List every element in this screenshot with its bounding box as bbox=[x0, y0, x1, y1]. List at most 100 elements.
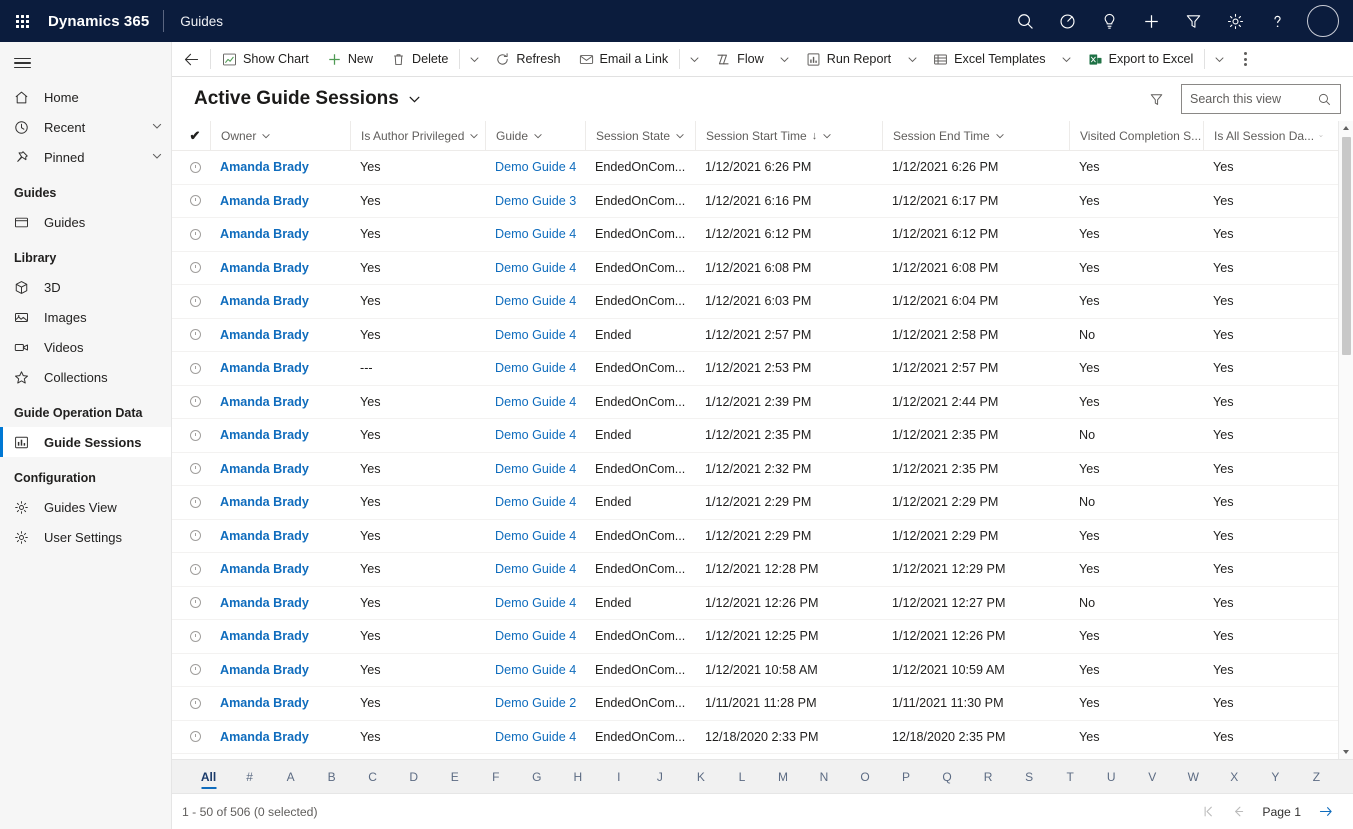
sidebar-toggle-button[interactable] bbox=[0, 44, 171, 82]
column-header-guide[interactable]: Guide bbox=[485, 121, 585, 151]
cell-guide[interactable]: Demo Guide 4 bbox=[485, 462, 585, 476]
cell-guide[interactable]: Demo Guide 4 bbox=[485, 395, 585, 409]
alpha-filter-h[interactable]: H bbox=[557, 760, 598, 794]
row-select-checkbox[interactable] bbox=[180, 597, 210, 609]
cell-guide[interactable]: Demo Guide 4 bbox=[485, 428, 585, 442]
cell-owner[interactable]: Amanda Brady bbox=[210, 629, 350, 643]
refresh-button[interactable]: Refresh bbox=[486, 42, 569, 76]
filter-button[interactable] bbox=[1173, 0, 1213, 42]
alpha-filter-u[interactable]: U bbox=[1091, 760, 1132, 794]
more-commands-button[interactable] bbox=[1231, 42, 1259, 76]
alpha-filter-g[interactable]: G bbox=[516, 760, 557, 794]
grid-vertical-scrollbar[interactable] bbox=[1338, 121, 1353, 759]
row-select-checkbox[interactable] bbox=[180, 563, 210, 575]
cell-guide[interactable]: Demo Guide 2 bbox=[485, 696, 585, 710]
alpha-filter-x[interactable]: X bbox=[1214, 760, 1255, 794]
alpha-filter-f[interactable]: F bbox=[475, 760, 516, 794]
alpha-filter-n[interactable]: N bbox=[803, 760, 844, 794]
cell-guide[interactable]: Demo Guide 4 bbox=[485, 596, 585, 610]
cell-owner[interactable]: Amanda Brady bbox=[210, 462, 350, 476]
table-row[interactable]: Amanda Brady Yes Demo Guide 4 EndedOnCom...… bbox=[172, 386, 1338, 419]
alpha-filter-d[interactable]: D bbox=[393, 760, 434, 794]
alpha-filter-o[interactable]: O bbox=[845, 760, 886, 794]
row-select-checkbox[interactable] bbox=[180, 161, 210, 173]
row-select-checkbox[interactable] bbox=[180, 429, 210, 441]
table-row[interactable]: Amanda Brady Yes Demo Guide 4 EndedOnCom...… bbox=[172, 721, 1338, 754]
new-button[interactable]: New bbox=[318, 42, 382, 76]
email-a-link-button[interactable]: Email a Link bbox=[570, 42, 678, 76]
column-header-visited-completion-status[interactable]: Visited Completion S... bbox=[1069, 121, 1203, 151]
user-avatar[interactable] bbox=[1307, 5, 1339, 37]
sidebar-item-guides-view[interactable]: Guides View bbox=[0, 492, 171, 522]
search-input[interactable] bbox=[1190, 92, 1317, 106]
table-row[interactable]: Amanda Brady Yes Demo Guide 4 Ended 1/12/202… bbox=[172, 587, 1338, 620]
row-select-checkbox[interactable] bbox=[180, 362, 210, 374]
table-row[interactable]: Amanda Brady Yes Demo Guide 4 EndedOnCom...… bbox=[172, 218, 1338, 252]
view-selector[interactable]: Active Guide Sessions bbox=[194, 88, 421, 110]
cell-owner[interactable]: Amanda Brady bbox=[210, 730, 350, 744]
table-row[interactable]: Amanda Brady Yes Demo Guide 4 EndedOnCom...… bbox=[172, 151, 1338, 185]
alpha-filter-t[interactable]: T bbox=[1050, 760, 1091, 794]
sidebar-item-user-settings[interactable]: User Settings bbox=[0, 522, 171, 552]
alpha-filter-y[interactable]: Y bbox=[1255, 760, 1296, 794]
alpha-filter-l[interactable]: L bbox=[721, 760, 762, 794]
delete-button[interactable]: Delete bbox=[382, 42, 457, 76]
table-row[interactable]: Amanda Brady Yes Demo Guide 4 EndedOnCom...… bbox=[172, 453, 1338, 486]
cell-owner[interactable]: Amanda Brady bbox=[210, 261, 350, 275]
sidebar-item-guide-sessions[interactable]: Guide Sessions bbox=[0, 427, 171, 457]
run-report-dropdown-button[interactable] bbox=[900, 42, 924, 76]
alpha-filter-k[interactable]: K bbox=[680, 760, 721, 794]
row-select-checkbox[interactable] bbox=[180, 228, 210, 240]
alpha-filter-r[interactable]: R bbox=[968, 760, 1009, 794]
excel-templates-dropdown-button[interactable] bbox=[1055, 42, 1079, 76]
sidebar-item-recent[interactable]: Recent bbox=[0, 112, 171, 142]
chevron-down-icon[interactable] bbox=[151, 120, 163, 135]
show-chart-button[interactable]: Show Chart bbox=[213, 42, 318, 76]
column-header-session-state[interactable]: Session State bbox=[585, 121, 695, 151]
alpha-filter-v[interactable]: V bbox=[1132, 760, 1173, 794]
table-row[interactable]: Amanda Brady Yes Demo Guide 4 EndedOnCom...… bbox=[172, 654, 1338, 687]
row-select-checkbox[interactable] bbox=[180, 262, 210, 274]
cell-guide[interactable]: Demo Guide 4 bbox=[485, 294, 585, 308]
email-a-link-dropdown-button[interactable] bbox=[682, 42, 706, 76]
table-row[interactable]: Amanda Brady Yes Demo Guide 4 EndedOnCom...… bbox=[172, 285, 1338, 319]
first-page-button[interactable] bbox=[1194, 798, 1222, 826]
select-all-checkbox[interactable]: ✔ bbox=[180, 128, 210, 144]
cell-owner[interactable]: Amanda Brady bbox=[210, 328, 350, 342]
cell-guide[interactable]: Demo Guide 4 bbox=[485, 328, 585, 342]
row-select-checkbox[interactable] bbox=[180, 630, 210, 642]
cell-guide[interactable]: Demo Guide 4 bbox=[485, 495, 585, 509]
alpha-filter-b[interactable]: B bbox=[311, 760, 352, 794]
scroll-up-button[interactable] bbox=[1339, 121, 1353, 135]
sidebar-item-guides[interactable]: Guides bbox=[0, 207, 171, 237]
cell-owner[interactable]: Amanda Brady bbox=[210, 294, 350, 308]
alpha-filter-q[interactable]: Q bbox=[927, 760, 968, 794]
alpha-filter-p[interactable]: P bbox=[886, 760, 927, 794]
previous-page-button[interactable] bbox=[1224, 798, 1252, 826]
search-icon[interactable] bbox=[1317, 92, 1332, 107]
alpha-filter-all[interactable]: All bbox=[188, 760, 229, 794]
alpha-filter-z[interactable]: Z bbox=[1296, 760, 1337, 794]
row-select-checkbox[interactable] bbox=[180, 195, 210, 207]
cell-owner[interactable]: Amanda Brady bbox=[210, 696, 350, 710]
search-button[interactable] bbox=[1005, 0, 1045, 42]
alpha-filter-j[interactable]: J bbox=[639, 760, 680, 794]
alpha-filter-c[interactable]: C bbox=[352, 760, 393, 794]
sidebar-item-images[interactable]: Images bbox=[0, 302, 171, 332]
table-row[interactable]: Amanda Brady Yes Demo Guide 4 EndedOnCom...… bbox=[172, 520, 1338, 553]
table-row[interactable]: Amanda Brady Yes Demo Guide 2 EndedOnCom...… bbox=[172, 687, 1338, 721]
cell-guide[interactable]: Demo Guide 4 bbox=[485, 629, 585, 643]
alpha-filter-hash[interactable]: # bbox=[229, 760, 270, 794]
table-row[interactable]: Amanda Brady Yes Demo Guide 4 Ended 1/12/202… bbox=[172, 319, 1338, 352]
row-select-checkbox[interactable] bbox=[180, 731, 210, 743]
export-to-excel-dropdown-button[interactable] bbox=[1207, 42, 1231, 76]
cell-owner[interactable]: Amanda Brady bbox=[210, 529, 350, 543]
app-name-label[interactable]: Guides bbox=[164, 14, 223, 29]
column-header-owner[interactable]: Owner bbox=[210, 121, 350, 151]
cell-owner[interactable]: Amanda Brady bbox=[210, 361, 350, 375]
table-row[interactable]: Amanda Brady Yes Demo Guide 4 Ended 1/12/202… bbox=[172, 419, 1338, 453]
sidebar-item-3d[interactable]: 3D bbox=[0, 272, 171, 302]
cell-guide[interactable]: Demo Guide 4 bbox=[485, 361, 585, 375]
delete-dropdown-button[interactable] bbox=[462, 42, 486, 76]
column-header-session-start-time[interactable]: Session Start Time ↓ bbox=[695, 121, 882, 151]
